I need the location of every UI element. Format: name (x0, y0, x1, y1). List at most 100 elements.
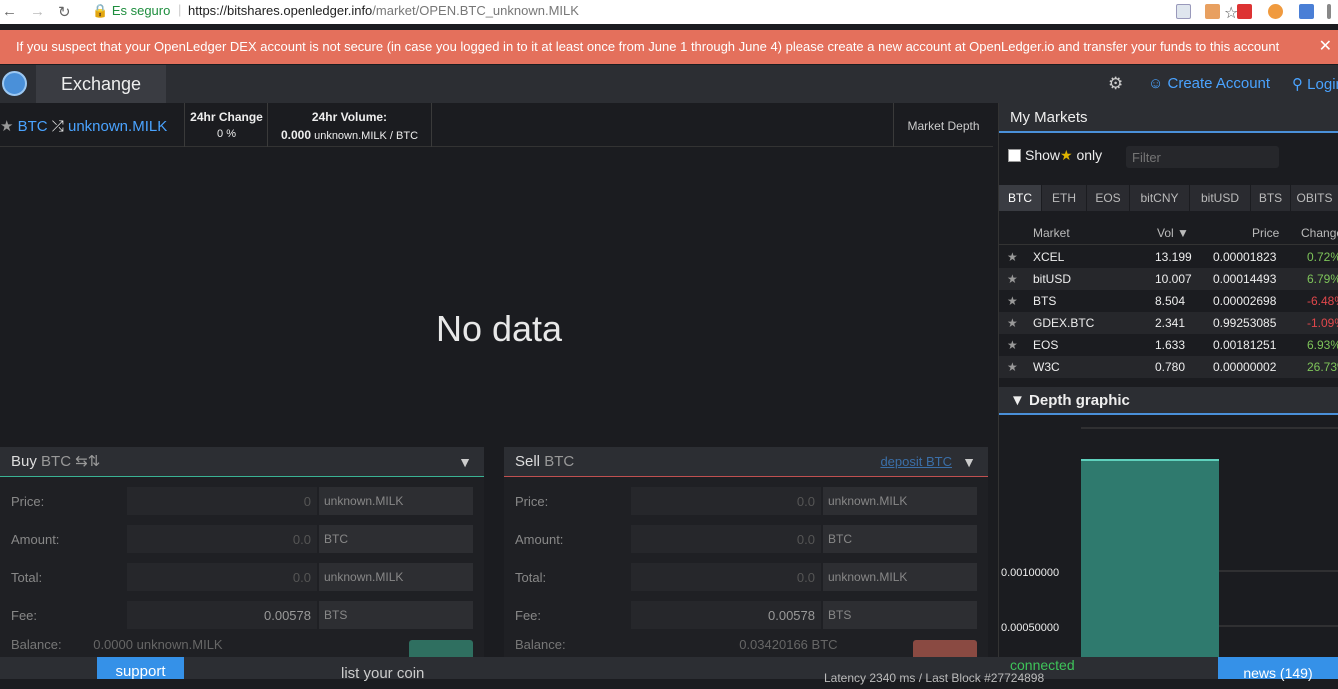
market-pair[interactable]: ★ BTC ⤮ unknown.MILK (0, 117, 167, 135)
y-tick-label: 0.00050000 (1001, 622, 1059, 634)
favorite-star-icon[interactable]: ★ (1007, 338, 1018, 352)
buy-fee-value: 0.00578 (127, 601, 317, 629)
sell-form-header: Sell BTC deposit BTC ▼ (504, 447, 988, 477)
table-row[interactable]: ★ XCEL 13.199 0.00001823 0.72% (999, 246, 1338, 268)
sell-total-row: Total: 0.0 unknown.MILK (504, 563, 988, 591)
market-price: 0.99253085 (1213, 316, 1277, 330)
tab-bitcny[interactable]: bitCNY (1130, 185, 1190, 211)
depth-graphic-header[interactable]: ▼ Depth graphic (999, 387, 1338, 415)
swap-icon[interactable]: ⤮ (52, 118, 64, 135)
address-bar[interactable]: 🔒 Es seguro | https://bitshares.openledg… (84, 2, 1238, 22)
buy-amount-input[interactable]: 0.0 (127, 525, 317, 553)
tab-exchange[interactable]: Exchange (36, 65, 166, 103)
news-button[interactable]: news (149) (1218, 657, 1338, 681)
tab-btc[interactable]: BTC (999, 185, 1042, 211)
menu-dots-icon[interactable] (1327, 4, 1331, 19)
fee-unit[interactable]: BTS (823, 601, 977, 629)
tab-bitusd[interactable]: bitUSD (1190, 185, 1251, 211)
metamask-icon[interactable] (1268, 4, 1283, 19)
tab-obits[interactable]: OBITS (1291, 185, 1338, 211)
market-vol: 0.780 (1155, 360, 1186, 374)
table-row[interactable]: ★ GDEX.BTC 2.341 0.99253085 -1.09% (999, 312, 1338, 334)
table-row[interactable]: ★ EOS 1.633 0.00181251 6.93% (999, 334, 1338, 356)
collapse-arrow-icon[interactable]: ▼ (962, 447, 976, 477)
favorites-checkbox[interactable] (1008, 149, 1021, 162)
sell-balance[interactable]: Balance: 0.03420166 BTC (515, 637, 838, 652)
extension-icon[interactable] (1205, 4, 1220, 19)
amount-label: Amount: (515, 532, 564, 547)
favorite-star-icon[interactable]: ★ (1007, 316, 1018, 330)
buy-price-input[interactable]: 0 (127, 487, 317, 515)
table-row[interactable]: ★ bitUSD 10.007 0.00014493 6.79% (999, 268, 1338, 290)
back-icon[interactable]: ← (2, 3, 17, 20)
market-change: 6.93% (1307, 338, 1338, 352)
balance-value: 0.0000 (93, 637, 133, 652)
close-icon[interactable]: ✕ (1319, 30, 1332, 64)
deposit-link[interactable]: deposit BTC (880, 447, 952, 477)
sell-button[interactable] (913, 640, 977, 657)
total-unit: unknown.MILK (319, 563, 473, 591)
openledger-logo[interactable] (2, 71, 27, 96)
list-coin-link[interactable]: list your coin (341, 665, 424, 682)
market-price: 0.00000002 (1213, 360, 1277, 374)
change-stat: 24hr Change 0 % (184, 103, 268, 147)
forward-icon[interactable]: → (30, 3, 45, 20)
favorite-star-icon[interactable]: ★ (1007, 250, 1018, 264)
quote-asset[interactable]: unknown.MILK (68, 118, 167, 135)
create-account-link[interactable]: ☺ Create Account (1148, 75, 1270, 92)
buy-button[interactable] (409, 640, 473, 657)
table-row[interactable]: ★ BTS 8.504 0.00002698 -6.48% (999, 290, 1338, 312)
market-change: 0.72% (1307, 250, 1338, 264)
extension-icon[interactable] (1176, 4, 1191, 19)
extension-icon[interactable] (1299, 4, 1314, 19)
fee-label: Fee: (11, 608, 38, 623)
reload-icon[interactable]: ↻ (58, 3, 71, 21)
price-unit: unknown.MILK (823, 487, 977, 515)
fee-label: Fee: (515, 608, 542, 623)
login-link[interactable]: ⚲ Login (1292, 75, 1338, 93)
balance-label: Balance: (11, 637, 62, 652)
no-data-message: No data (435, 308, 563, 349)
table-row[interactable]: ★ W3C 0.780 0.00000002 26.73% (999, 356, 1338, 378)
tab-eth[interactable]: ETH (1042, 185, 1087, 211)
depth-chart: 0.001000000.000500000.000000003000060000 (1001, 427, 1338, 658)
extension-icon[interactable] (1237, 4, 1252, 19)
address-divider: | (178, 2, 182, 17)
market-filter-input[interactable] (1126, 146, 1279, 168)
show-label: Show (1025, 147, 1061, 163)
favorite-star-icon[interactable]: ★ (1007, 294, 1018, 308)
market-depth-toggle[interactable]: Market Depth (893, 103, 993, 147)
total-label: Total: (11, 570, 43, 585)
favorite-star-icon[interactable]: ★ (0, 118, 13, 135)
buy-balance[interactable]: Balance: 0.0000 unknown.MILK (11, 637, 223, 652)
tab-eos[interactable]: EOS (1087, 185, 1130, 211)
sell-total-input[interactable]: 0.0 (631, 563, 821, 591)
column-price[interactable]: Price (1252, 226, 1279, 240)
swap-arrows-icon[interactable]: ⇆⇅ (75, 453, 100, 470)
gear-icon[interactable]: ⚙ (1108, 74, 1123, 94)
sell-price-input[interactable]: 0.0 (631, 487, 821, 515)
favorite-star-icon[interactable]: ★ (1007, 360, 1018, 374)
only-label: only (1076, 147, 1103, 163)
price-label: Price: (11, 494, 45, 509)
market-change: 26.73% (1307, 360, 1338, 374)
buy-amount-row: Amount: 0.0 BTC (0, 525, 484, 553)
column-vol[interactable]: Vol ▼ (1157, 226, 1189, 240)
fee-unit[interactable]: BTS (319, 601, 473, 629)
support-button[interactable]: support (97, 657, 184, 680)
market-vol: 2.341 (1155, 316, 1186, 330)
tab-bts[interactable]: BTS (1251, 185, 1291, 211)
column-market[interactable]: Market (1033, 226, 1070, 240)
amount-unit: BTC (319, 525, 473, 553)
buy-total-input[interactable]: 0.0 (127, 563, 317, 591)
market-vol: 10.007 (1155, 272, 1192, 286)
show-favorites-toggle[interactable]: Show★ only (1008, 147, 1102, 164)
market-name: EOS (1033, 338, 1059, 352)
sell-amount-input[interactable]: 0.0 (631, 525, 821, 553)
favorite-star-icon[interactable]: ★ (1007, 272, 1018, 286)
base-asset[interactable]: BTC (18, 118, 48, 135)
collapse-arrow-icon[interactable]: ▼ (458, 447, 472, 477)
column-change[interactable]: Change (1301, 226, 1338, 240)
market-price: 0.00014493 (1213, 272, 1277, 286)
market-name: W3C (1033, 360, 1060, 374)
